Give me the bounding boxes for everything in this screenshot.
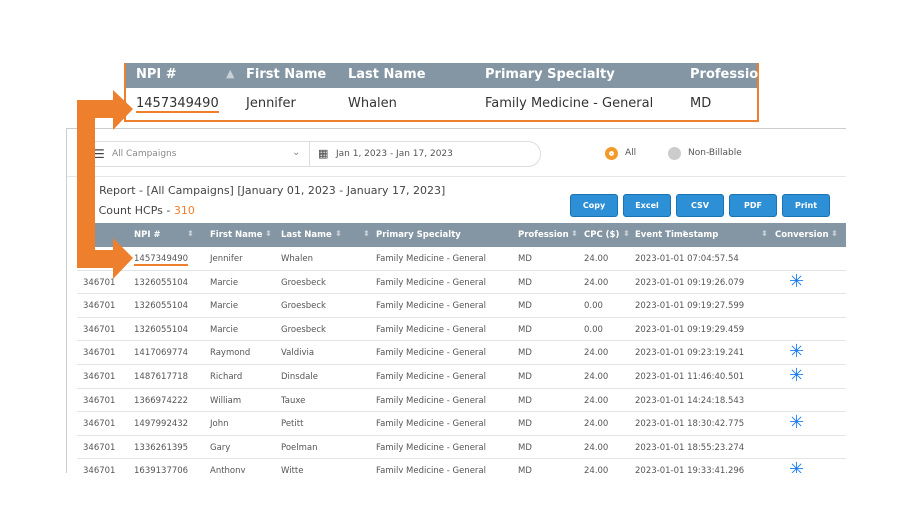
- arrow-top: [77, 90, 133, 279]
- arrow-annotation: [77, 90, 133, 279]
